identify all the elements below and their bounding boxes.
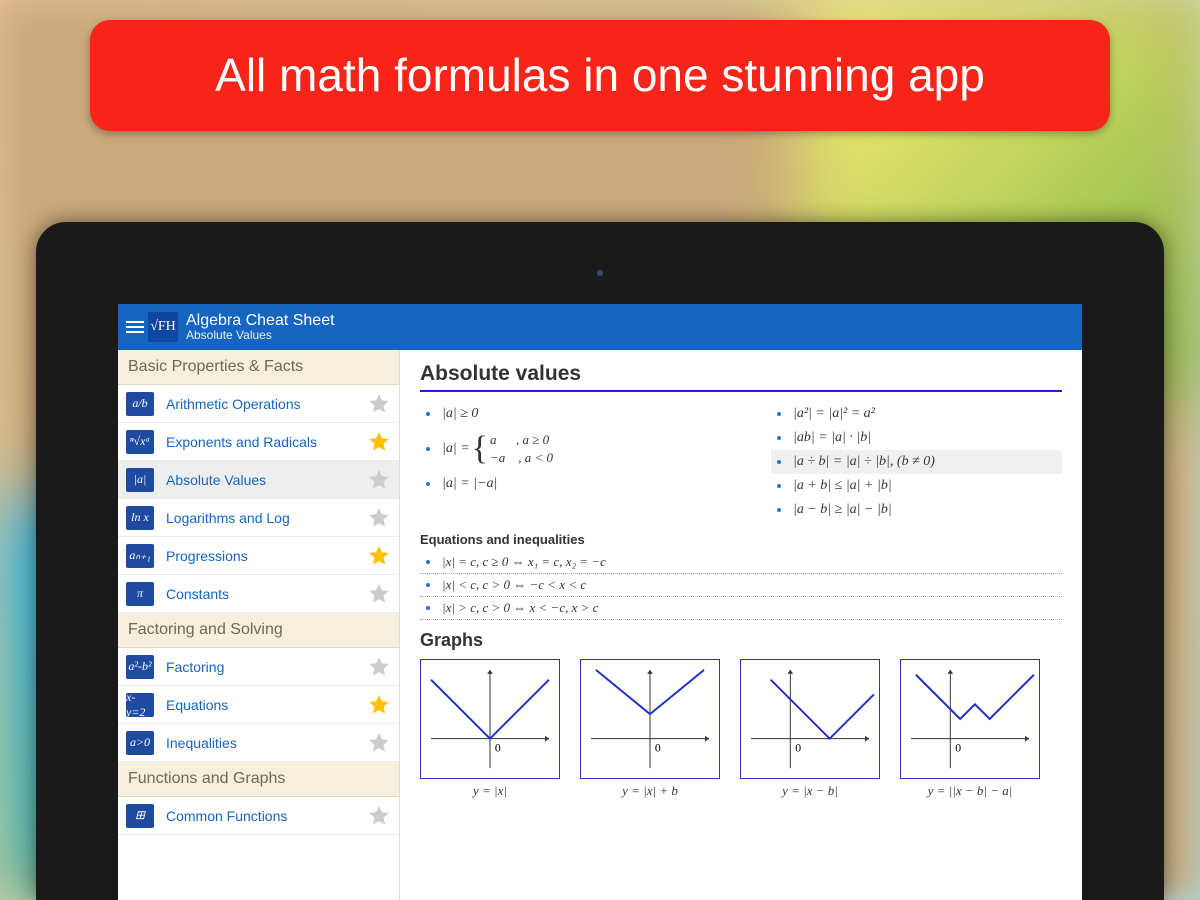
sidebar-item[interactable]: π Constants (118, 575, 399, 613)
sidebar-item-icon: aₙ₊₁ (126, 544, 154, 568)
formula-item: |a + b| ≤ |a| + |b| (771, 474, 1062, 498)
svg-text:0: 0 (955, 740, 961, 754)
sidebar-item-label: Logarithms and Log (166, 510, 367, 526)
graph-item: 0 y = |x − b| (740, 659, 880, 799)
graphs-row: 0 y = |x| 0 y = |x| + b 0 y = |x − b| 0 y = ||x… (420, 659, 1062, 799)
sidebar-item[interactable]: ⁿ√xᵃ Exponents and Radicals (118, 423, 399, 461)
sidebar-item-icon: x-y=2 (126, 693, 154, 717)
sidebar-section-header: Factoring and Solving (118, 613, 399, 648)
sidebar-item-icon: a>0 (126, 731, 154, 755)
formula-item: |a| = { a , a ≥ 0 −a , a < 0 (420, 426, 711, 472)
sidebar-item-icon: a/b (126, 392, 154, 416)
sidebar-item-label: Common Functions (166, 808, 367, 824)
sidebar-item-icon: π (126, 582, 154, 606)
app-logo-icon: √FH (148, 312, 178, 342)
sidebar-item-label: Exponents and Radicals (166, 434, 367, 450)
sidebar-item[interactable]: aₙ₊₁ Progressions (118, 537, 399, 575)
graph-caption: y = |x − b| (740, 783, 880, 799)
sidebar-item-label: Factoring (166, 659, 367, 675)
star-icon[interactable] (367, 731, 391, 755)
formula-item: |a| ≥ 0 (420, 402, 711, 426)
graph-plot: 0 (740, 659, 880, 779)
formula-column-right: |a²| = |a|² = a²|ab| = |a| · |b||a ÷ b| … (771, 402, 1062, 522)
graph-plot: 0 (580, 659, 720, 779)
svg-text:0: 0 (495, 740, 501, 754)
graph-item: 0 y = ||x − b| − a| (900, 659, 1040, 799)
sidebar-item[interactable]: ⊞ Common Functions (118, 797, 399, 835)
menu-icon[interactable] (126, 321, 144, 333)
sidebar-item-label: Inequalities (166, 735, 367, 751)
equations-heading: Equations and inequalities (420, 532, 1062, 547)
graph-plot: 0 (900, 659, 1040, 779)
sidebar-item-label: Constants (166, 586, 367, 602)
sidebar-item-label: Arithmetic Operations (166, 396, 367, 412)
equation-item: |x| > c, c > 0 ⇔ x < −c, x > c (420, 597, 1062, 620)
sidebar-item[interactable]: a>0 Inequalities (118, 724, 399, 762)
formula-item: |a²| = |a|² = a² (771, 402, 1062, 426)
sidebar-item[interactable]: ln x Logarithms and Log (118, 499, 399, 537)
sidebar-section-header: Basic Properties & Facts (118, 350, 399, 385)
star-icon[interactable] (367, 804, 391, 828)
graph-caption: y = |x| (420, 783, 560, 799)
sidebar-item[interactable]: x-y=2 Equations (118, 686, 399, 724)
svg-text:0: 0 (795, 740, 801, 754)
tablet-frame: √FH Algebra Cheat Sheet Absolute Values … (36, 222, 1164, 900)
graph-caption: y = |x| + b (580, 783, 720, 799)
sidebar-item-label: Equations (166, 697, 367, 713)
app-title: Algebra Cheat Sheet (186, 312, 335, 330)
sidebar-item-icon: |a| (126, 468, 154, 492)
star-icon[interactable] (367, 655, 391, 679)
star-icon[interactable] (367, 544, 391, 568)
sidebar-item-label: Absolute Values (166, 472, 367, 488)
app-header: √FH Algebra Cheat Sheet Absolute Values (118, 304, 1082, 350)
star-icon[interactable] (367, 392, 391, 416)
star-icon[interactable] (367, 693, 391, 717)
star-icon[interactable] (367, 582, 391, 606)
equation-item: |x| = c, c ≥ 0 ⇔ x₁ = c, x₂ = −c (420, 551, 1062, 574)
promo-banner: All math formulas in one stunning app (90, 20, 1110, 131)
formula-item: |a − b| ≥ |a| − |b| (771, 498, 1062, 522)
formula-column-left: |a| ≥ 0 |a| = { a , a ≥ 0 −a , a < 0 (420, 402, 711, 522)
app-screen: √FH Algebra Cheat Sheet Absolute Values … (118, 304, 1082, 900)
graphs-heading: Graphs (420, 630, 1062, 651)
sidebar-item[interactable]: a/b Arithmetic Operations (118, 385, 399, 423)
sidebar-section-header: Functions and Graphs (118, 762, 399, 797)
sidebar-item[interactable]: |a| Absolute Values (118, 461, 399, 499)
equation-item: |x| < c, c > 0 ⇔ −c < x < c (420, 574, 1062, 597)
star-icon[interactable] (367, 468, 391, 492)
sidebar-item-icon: ⊞ (126, 804, 154, 828)
graph-plot: 0 (420, 659, 560, 779)
app-subtitle: Absolute Values (186, 329, 335, 342)
sidebar-item-label: Progressions (166, 548, 367, 564)
sidebar-item-icon: ⁿ√xᵃ (126, 430, 154, 454)
svg-text:0: 0 (655, 740, 661, 754)
star-icon[interactable] (367, 506, 391, 530)
star-icon[interactable] (367, 430, 391, 454)
equations-list: |x| = c, c ≥ 0 ⇔ x₁ = c, x₂ = −c|x| < c,… (420, 551, 1062, 620)
graph-item: 0 y = |x| + b (580, 659, 720, 799)
graph-caption: y = ||x − b| − a| (900, 783, 1040, 799)
formula-item: |ab| = |a| · |b| (771, 426, 1062, 450)
formula-item: |a| = |−a| (420, 472, 711, 496)
sidebar: Basic Properties & Facts a/b Arithmetic Op… (118, 350, 400, 900)
content-pane: Absolute values |a| ≥ 0 |a| = { a , a ≥ … (400, 350, 1082, 900)
sidebar-item-icon: a²-b² (126, 655, 154, 679)
graph-item: 0 y = |x| (420, 659, 560, 799)
sidebar-item-icon: ln x (126, 506, 154, 530)
content-title: Absolute values (420, 362, 1062, 392)
sidebar-item[interactable]: a²-b² Factoring (118, 648, 399, 686)
formula-item: |a ÷ b| = |a| ÷ |b|, (b ≠ 0) (771, 450, 1062, 474)
